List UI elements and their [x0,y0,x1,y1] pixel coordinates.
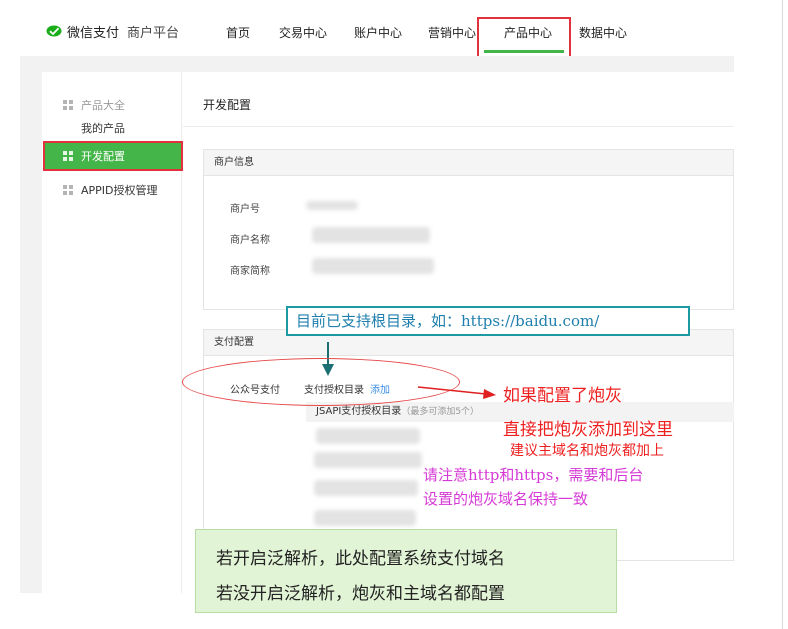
page-title: 开发配置 [203,98,252,112]
merchant-info-title: 商户信息 [204,150,733,176]
green-note-line-1: 若开启泛解析，此处配置系统支付域名 [216,549,505,569]
platform-title: 商户平台 [127,26,180,41]
merchant-short-name-label: 商家简称 [230,266,270,277]
redacted-directory-2 [314,452,422,468]
arrow-right-icon [417,386,496,399]
wildcard-dns-note: 若开启泛解析，此处配置系统支付域名 若没开启泛解析，炮灰和主域名都配置 [195,529,617,613]
merchant-id-label: 商户号 [230,204,260,215]
sidebar-item-appid[interactable]: APPID授权管理 [63,182,158,198]
sidebar-item-my-products[interactable]: 我的产品 [81,120,125,136]
merchant-info-section: 商户信息 [203,149,734,310]
sidebar-item-label: 开发配置 [81,150,125,163]
sidebar-group-label: 产品大全 [81,99,125,112]
nav-marketing[interactable]: 营销中心 [428,24,476,41]
grid-icon [63,100,73,110]
nav-home[interactable]: 首页 [226,24,250,41]
red-note-line-3: 建议主域名和炮灰都加上 [510,443,664,459]
nav-transactions[interactable]: 交易中心 [279,24,327,41]
sidebar-item-label: APPID授权管理 [81,184,158,197]
merchant-name-label: 商户名称 [230,235,270,246]
redacted-directory-1 [316,428,420,444]
wechat-pay-logo[interactable]: 微信支付 商户平台 [46,22,179,41]
redacted-merchant-id [306,201,358,210]
top-navigation-bar: 微信支付 商户平台 首页 交易中心 账户中心 营销中心 产品中心 数据中心 [0,0,734,60]
jsapi-directory-title: JSAPI支付授权目录 [316,406,402,417]
jsapi-directory-hint: （最多可添加5个） [401,407,480,417]
grid-icon [63,185,73,195]
sidebar-group-products: 产品大全 [63,97,125,113]
sidebar-item-dev-config[interactable]: 开发配置 [43,141,183,171]
nav-products-highlight-box [477,17,571,59]
logo-text: 微信支付 [67,26,120,41]
nav-data[interactable]: 数据中心 [579,24,627,41]
redacted-directory-4 [314,510,416,526]
divider [183,126,734,127]
magenta-note-line-2: 设置的炮灰域名保持一致 [423,490,589,508]
magenta-note-line-1: 请注意http和https，需要和后台 [423,466,644,484]
redacted-short-name [312,258,434,274]
right-edge-divider [782,0,783,629]
redacted-merchant-name [312,227,430,243]
redacted-directory-3 [314,480,418,496]
red-note-line-2: 直接把炮灰添加到这里 [503,420,673,440]
nav-account[interactable]: 账户中心 [354,24,402,41]
grid-icon [63,151,73,161]
green-note-line-2: 若没开启泛解析，炮灰和主域名都配置 [216,584,505,604]
root-directory-note: 目前已支持根目录，如：https://baidu.com/ [286,306,690,336]
red-note-line-1: 如果配置了炮灰 [503,386,622,406]
wechat-logo-icon [46,25,62,37]
